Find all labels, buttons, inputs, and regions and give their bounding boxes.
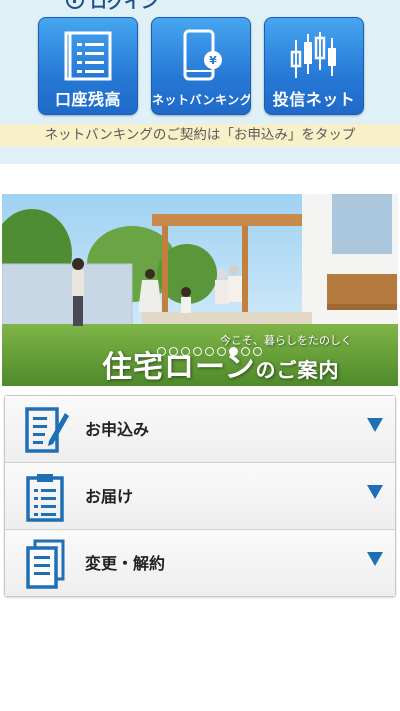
carousel-dot[interactable] [241, 347, 250, 356]
investment-tile-label: 投信ネット [272, 90, 356, 109]
menu-item-application-label: お申込み [85, 420, 150, 439]
document-pen-icon [25, 407, 69, 453]
login-label: ログイン [90, 0, 158, 13]
list-icon [64, 31, 112, 81]
carousel-indicator[interactable] [157, 347, 262, 356]
balance-tile-label: 口座残高 [54, 90, 121, 109]
service-menu: お申込み お届け 変更・解約 [4, 395, 396, 597]
top-area: ログイン 口座残高 ¥ ネットバンキング 投信ネット ネットバンキングのご契約は… [0, 0, 400, 164]
carousel-dot[interactable] [253, 347, 262, 356]
candlestick-chart-icon [290, 32, 336, 78]
carousel-dot[interactable] [169, 347, 178, 356]
menu-item-application[interactable]: お申込み [5, 396, 395, 463]
carousel-dot[interactable] [193, 347, 202, 356]
menu-item-notification-label: お届け [85, 487, 134, 506]
netbanking-tile[interactable]: ¥ ネットバンキング [151, 17, 251, 115]
netbanking-notice: ネットバンキングのご契約は「お申込み」をタップ [0, 124, 400, 147]
carousel-dot[interactable] [217, 347, 226, 356]
menu-item-change-cancel-label: 変更・解約 [85, 554, 166, 573]
carousel-dot[interactable] [181, 347, 190, 356]
menu-item-notification[interactable]: お届け [5, 463, 395, 530]
chevron-down-icon [367, 552, 383, 566]
menu-item-change-cancel[interactable]: 変更・解約 [5, 530, 395, 596]
carousel-dot[interactable] [157, 347, 166, 356]
carousel-dot[interactable] [205, 347, 214, 356]
stacked-documents-icon [26, 539, 65, 589]
carousel-dot[interactable] [229, 347, 238, 356]
banner-title-tail: のご案内 [255, 358, 340, 382]
chevron-down-icon [367, 418, 383, 432]
housing-loan-banner[interactable]: 今こそ、暮らしをたのしく 住宅ローンのご案内 [2, 194, 398, 386]
quick-tiles: 口座残高 ¥ ネットバンキング 投信ネット [38, 17, 364, 115]
chevron-down-icon [367, 485, 383, 499]
power-icon [66, 0, 84, 9]
login-link[interactable]: ログイン [66, 0, 158, 13]
smartphone-yen-icon: ¥ [183, 29, 222, 81]
balance-tile[interactable]: 口座残高 [38, 17, 138, 115]
svg-text:¥: ¥ [209, 54, 217, 67]
netbanking-tile-label: ネットバンキング [152, 93, 251, 107]
investment-tile[interactable]: 投信ネット [264, 17, 364, 115]
clipboard-list-icon [26, 474, 64, 522]
